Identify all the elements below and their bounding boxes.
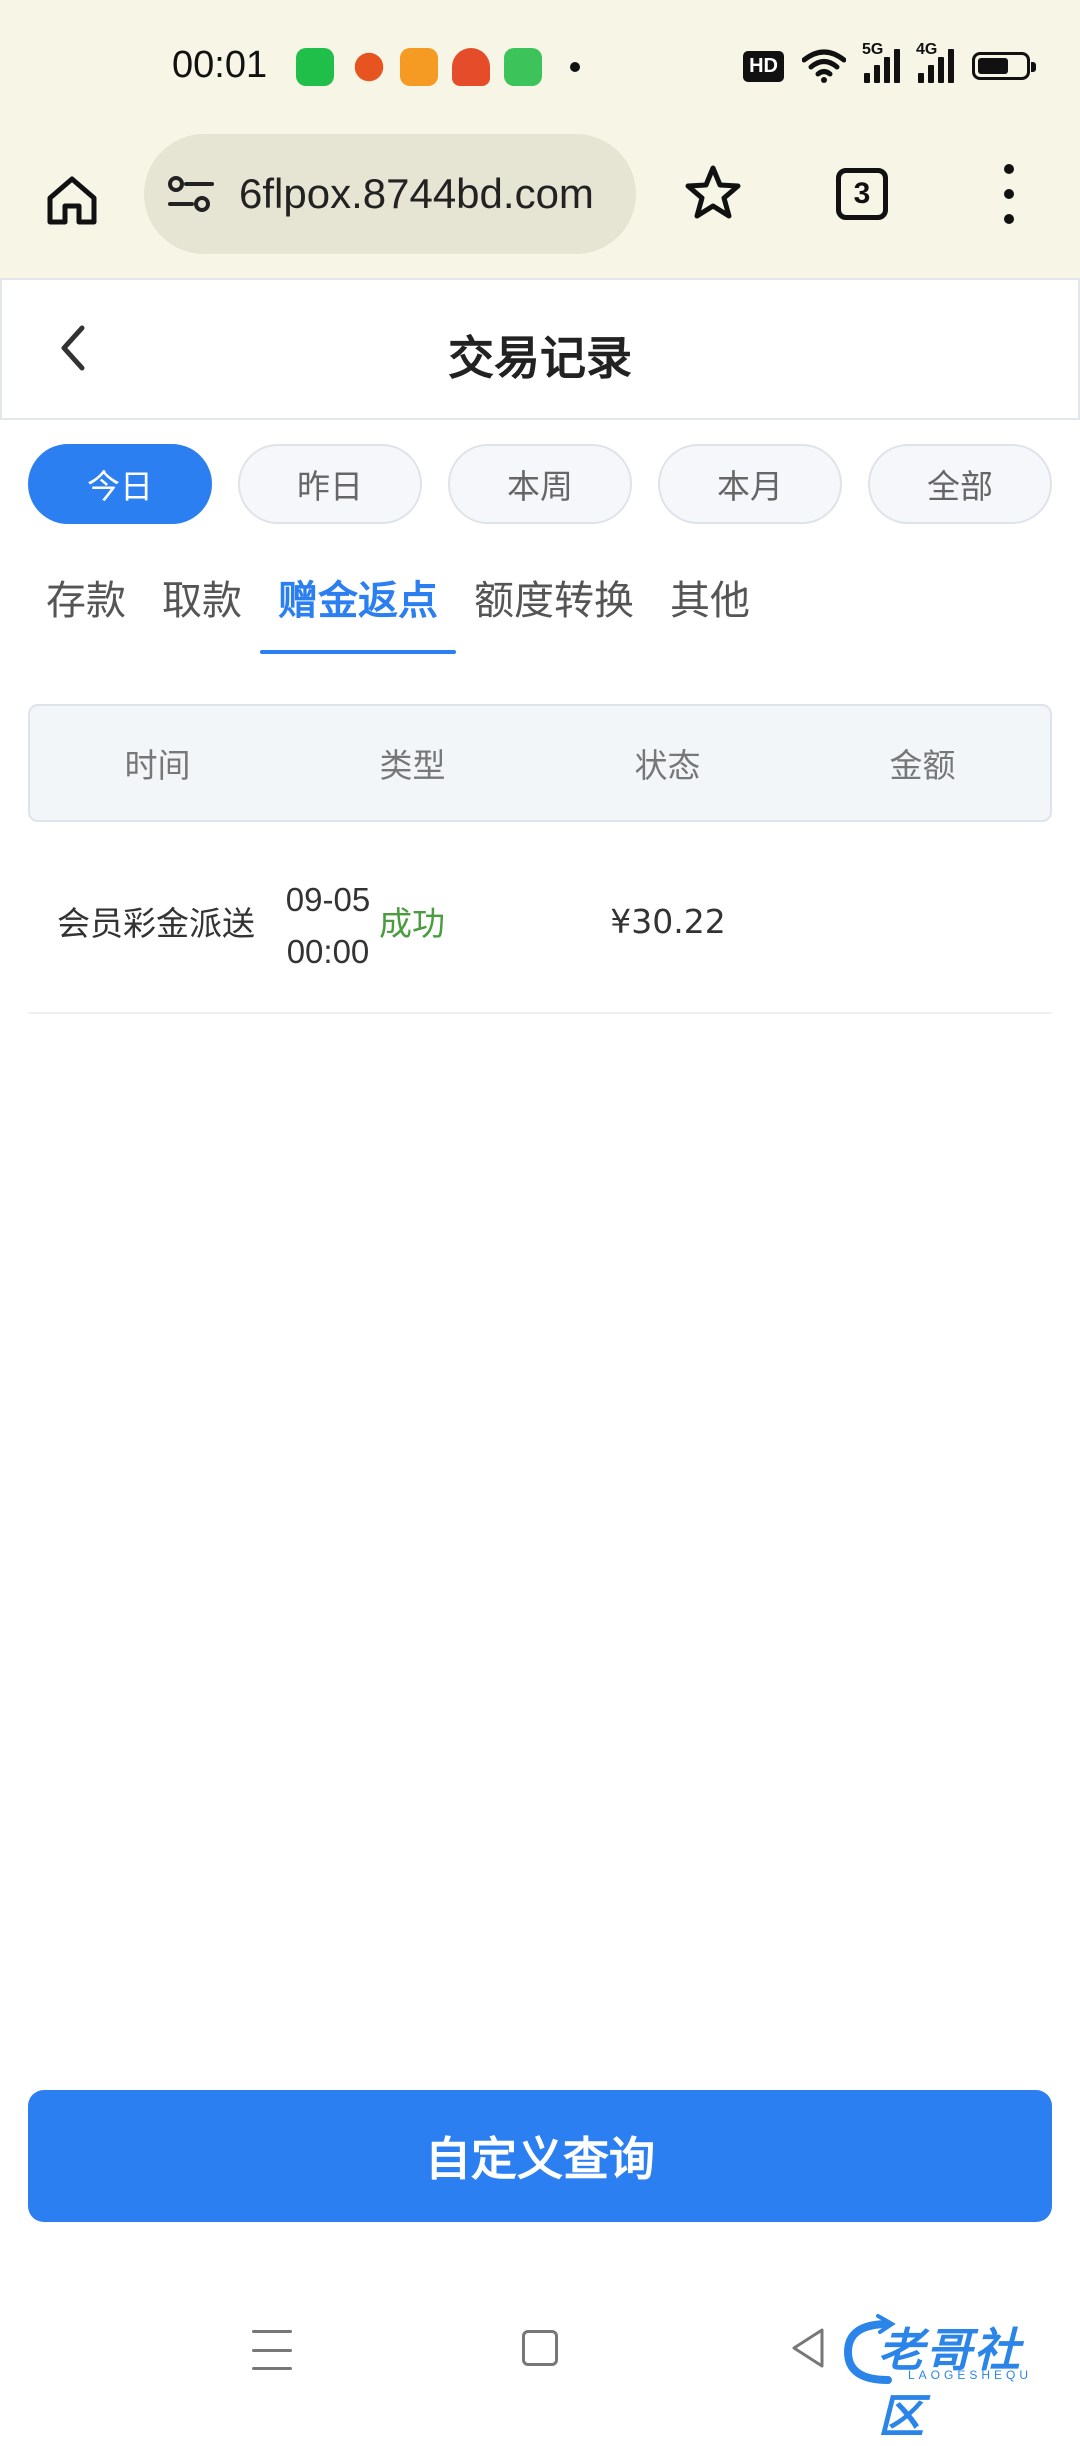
column-header-type: 类型 xyxy=(379,746,446,785)
page-header: 交易记录 xyxy=(0,278,1080,420)
column-header-status: 状态 xyxy=(634,746,701,785)
column-header-amount: 金额 xyxy=(889,746,956,785)
app-notification-icon xyxy=(354,52,384,82)
tab-deposit[interactable]: 存款 xyxy=(28,566,144,662)
tab-switcher-button[interactable]: 3 xyxy=(836,168,888,220)
date-filter-group: 今日 昨日 本周 本月 全部 xyxy=(28,444,1052,528)
nav-home-button[interactable] xyxy=(522,2330,558,2366)
nav-back-button[interactable] xyxy=(788,2326,828,2370)
cell-time-text: 00:00 xyxy=(286,933,370,970)
page-title: 交易记录 xyxy=(448,331,632,385)
app-notification-icon xyxy=(400,48,438,86)
menu-line xyxy=(252,2367,292,2370)
signal-5g-icon: 5G xyxy=(862,41,900,83)
tab-other[interactable]: 其他 xyxy=(652,566,768,662)
battery-icon xyxy=(972,52,1036,80)
cell-date-text: 09-05 xyxy=(285,881,371,918)
filter-yesterday[interactable]: 昨日 xyxy=(238,444,422,524)
signal-4g-icon: 4G xyxy=(916,41,954,83)
browser-chrome: 00:01 HD 5G 4G 6flpox.8744bd.com 3 xyxy=(0,0,1080,278)
tab-credit-transfer[interactable]: 额度转换 xyxy=(456,566,652,662)
menu-line xyxy=(252,2330,292,2333)
star-icon xyxy=(685,165,741,219)
status-time: 00:01 xyxy=(172,44,268,86)
app-notification-icon xyxy=(296,48,334,86)
browser-menu-button[interactable] xyxy=(994,164,1024,224)
cell-amount: ¥30.22 xyxy=(610,901,726,941)
browser-toolbar: 6flpox.8744bd.com 3 xyxy=(0,130,1080,278)
filter-today[interactable]: 今日 xyxy=(28,444,212,524)
table-header: 时间 类型 状态 金额 xyxy=(28,704,1052,822)
hd-voice-icon: HD xyxy=(743,50,784,82)
address-bar[interactable]: 6flpox.8744bd.com xyxy=(144,134,636,254)
tab-withdraw[interactable]: 取款 xyxy=(144,566,260,662)
system-nav-bar: 老哥社区 LAOGESHEQU xyxy=(0,2290,1080,2443)
app-notification-icon xyxy=(504,48,542,86)
filter-this-month[interactable]: 本月 xyxy=(658,444,842,524)
category-tabs: 存款 取款 赠金返点 额度转换 其他 xyxy=(28,566,768,662)
table-row: 09-05 00:00 会员彩金派送 成功 ¥30.22 xyxy=(28,830,1052,1014)
bookmark-button[interactable] xyxy=(680,160,746,226)
filter-this-week[interactable]: 本周 xyxy=(448,444,632,524)
tab-bonus-rebate[interactable]: 赠金返点 xyxy=(260,566,456,662)
watermark-subtext: LAOGESHEQU xyxy=(908,2368,1033,2382)
column-header-time: 时间 xyxy=(124,746,191,785)
cell-time: 09-05 00:00 xyxy=(200,874,456,978)
url-text[interactable]: 6flpox.8744bd.com xyxy=(239,170,594,218)
recents-button[interactable] xyxy=(252,2330,292,2370)
menu-dot xyxy=(1004,189,1014,199)
menu-dot xyxy=(1004,214,1014,224)
status-bar: 00:01 HD 5G 4G xyxy=(0,0,1080,130)
filter-all[interactable]: 全部 xyxy=(868,444,1052,524)
more-notifications-dot xyxy=(570,62,580,72)
home-button[interactable] xyxy=(36,164,108,236)
system-icons: HD 5G 4G xyxy=(743,41,1036,88)
custom-query-button[interactable]: 自定义查询 xyxy=(28,2090,1052,2222)
watermark-logo: 老哥社区 LAOGESHEQU xyxy=(838,2310,1068,2443)
menu-dot xyxy=(1004,164,1014,174)
menu-line xyxy=(252,2348,292,2352)
site-settings-icon[interactable] xyxy=(166,172,216,216)
app-notification-icon xyxy=(452,48,490,86)
home-icon xyxy=(47,176,97,225)
wifi-icon xyxy=(802,49,846,83)
